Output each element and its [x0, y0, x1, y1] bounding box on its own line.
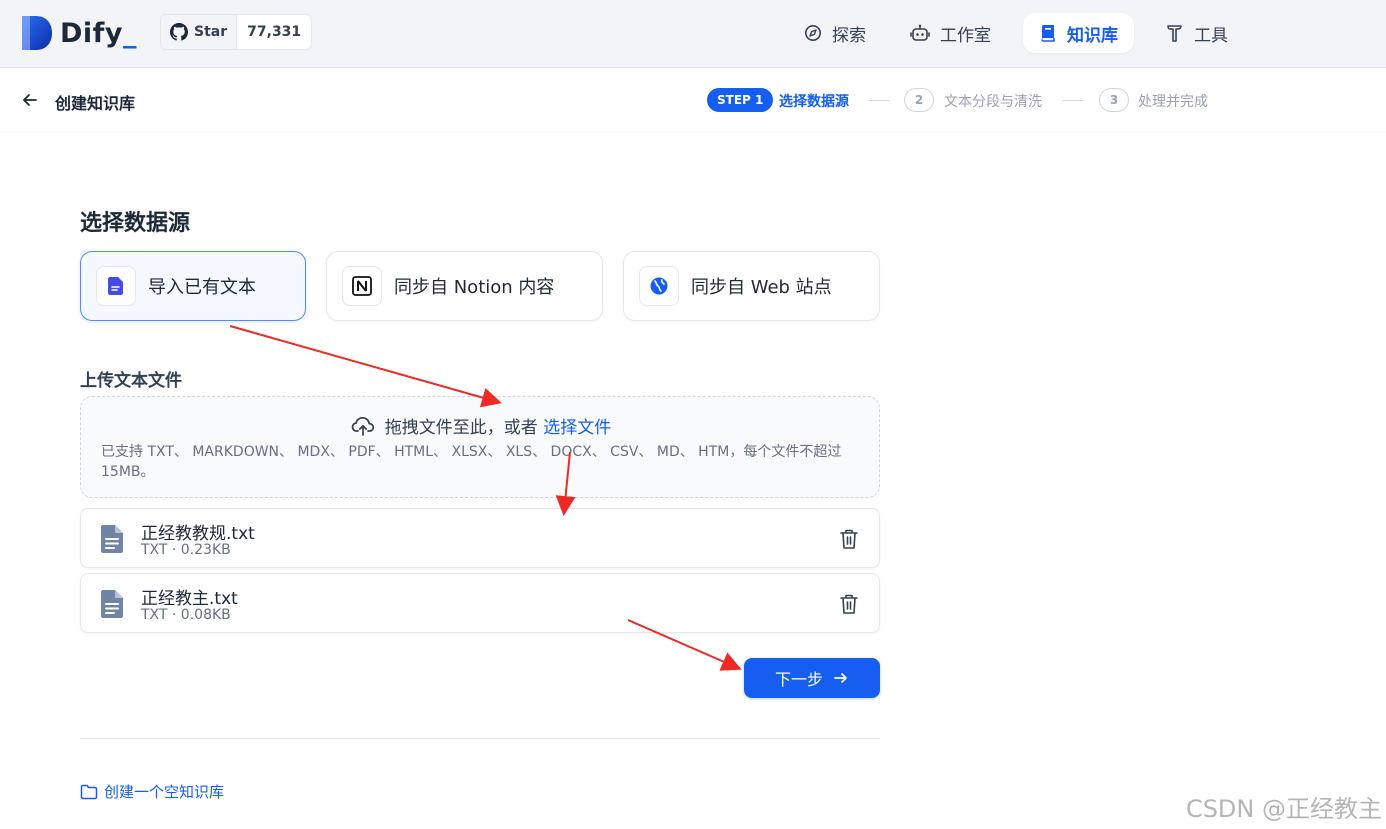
nav-knowledge-label: 知识库	[1067, 25, 1118, 46]
document-icon	[96, 266, 136, 306]
folder-icon	[80, 784, 98, 799]
nav-explore[interactable]: 探索	[788, 13, 882, 53]
github-star-button[interactable]: Star	[161, 15, 238, 49]
dify-logo[interactable]: Dify_	[20, 14, 137, 52]
trash-icon[interactable]	[839, 528, 859, 550]
file-item: 正经教主.txt TXT · 0.08KB	[80, 573, 880, 633]
top-nav-bar: Dify_ Star 77,331 探索 工作室 知识库 工具	[0, 0, 1386, 68]
step-connector	[1063, 100, 1083, 101]
dropzone-prompt: 拖拽文件至此，或者 选择文件	[81, 413, 881, 438]
nav-tools-label: 工具	[1194, 25, 1228, 46]
globe-icon	[639, 266, 679, 306]
file-document-icon	[101, 590, 123, 618]
github-star-label: Star	[194, 24, 228, 40]
github-icon	[170, 23, 188, 41]
step-1-badge: STEP 1	[707, 88, 774, 112]
step-connector	[869, 100, 889, 101]
file-item: 正经教教规.txt TXT · 0.23KB	[80, 508, 880, 568]
nav-tools[interactable]: 工具	[1150, 13, 1244, 53]
annotation-arrow	[229, 325, 502, 408]
source-card-notion-label: 同步自 Notion 内容	[394, 277, 555, 298]
hammer-icon	[1167, 25, 1182, 42]
book-icon	[1041, 25, 1055, 42]
nav-studio[interactable]: 工作室	[894, 13, 1007, 53]
file-document-icon	[101, 525, 123, 553]
cloud-upload-icon	[351, 416, 374, 436]
brand-name: Dify_	[60, 17, 138, 49]
nav-studio-label: 工作室	[940, 25, 991, 46]
page-title: 创建知识库	[55, 94, 136, 113]
watermark: CSDN @正经教主	[1185, 795, 1382, 823]
step-2-label: 文本分段与清洗	[944, 94, 1042, 110]
file-dropzone[interactable]: 拖拽文件至此，或者 选择文件 已支持 TXT、 MARKDOWN、 MDX、 P…	[80, 396, 880, 498]
step-1-label: 选择数据源	[779, 94, 849, 110]
choose-file-link[interactable]: 选择文件	[543, 418, 611, 438]
github-star-widget[interactable]: Star 77,331	[160, 14, 313, 50]
arrow-left-icon[interactable]	[20, 90, 40, 110]
nav-explore-label: 探索	[832, 25, 866, 46]
section-title: 选择数据源	[80, 211, 191, 236]
create-empty-label: 创建一个空知识库	[104, 783, 225, 801]
section-divider	[80, 738, 880, 739]
step-2-number: 2	[904, 88, 934, 112]
source-card-web[interactable]: 同步自 Web 站点	[623, 251, 880, 321]
robot-icon	[910, 24, 930, 41]
supported-formats-hint: 已支持 TXT、 MARKDOWN、 MDX、 PDF、 HTML、 XLSX、…	[101, 444, 842, 480]
create-empty-knowledge-link[interactable]: 创建一个空知识库	[80, 781, 224, 802]
compass-icon	[805, 25, 821, 41]
trash-icon[interactable]	[839, 593, 859, 615]
file-name: 正经教主.txt	[141, 589, 238, 609]
page-header: 创建知识库 STEP 1 选择数据源 2 文本分段与清洗 3 处理并完成	[0, 68, 1386, 132]
file-meta: TXT · 0.08KB	[141, 607, 231, 623]
notion-icon	[342, 266, 382, 306]
github-star-count[interactable]: 77,331	[237, 15, 311, 49]
source-card-web-label: 同步自 Web 站点	[691, 277, 832, 298]
dify-logo-icon	[22, 16, 52, 50]
next-step-label: 下一步	[774, 670, 823, 689]
next-step-button[interactable]: 下一步	[744, 658, 880, 698]
source-card-file-label: 导入已有文本	[148, 277, 256, 298]
step-3-label: 处理并完成	[1138, 94, 1208, 110]
file-meta: TXT · 0.23KB	[141, 542, 231, 558]
source-card-notion[interactable]: 同步自 Notion 内容	[326, 251, 603, 321]
upload-section-title: 上传文本文件	[80, 371, 182, 391]
dropzone-text: 拖拽文件至此，或者	[384, 418, 538, 438]
source-card-file[interactable]: 导入已有文本	[80, 251, 306, 321]
arrow-right-icon	[834, 673, 847, 683]
nav-knowledge[interactable]: 知识库	[1023, 13, 1134, 53]
file-name: 正经教教规.txt	[141, 524, 255, 544]
step-3-number: 3	[1099, 88, 1129, 112]
